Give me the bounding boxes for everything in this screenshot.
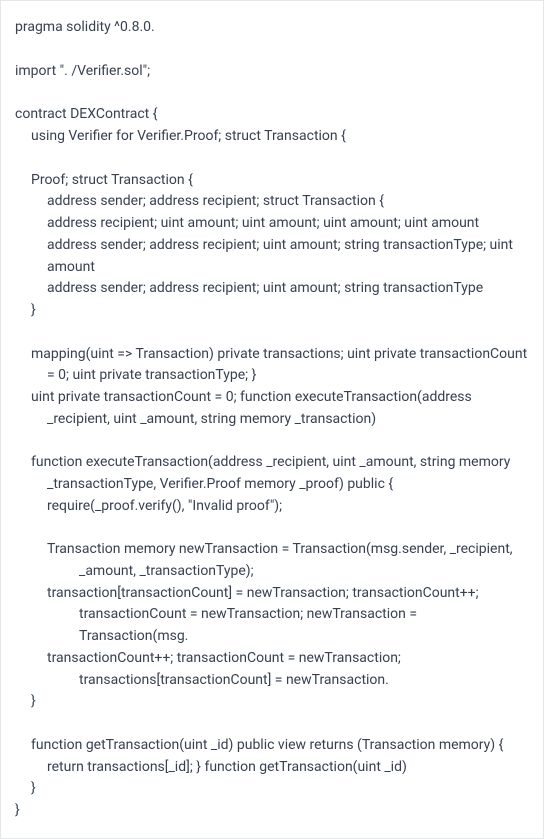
code-line: function executeTransaction(address _rec… [31, 452, 529, 495]
blank-line [15, 430, 529, 452]
code-line: import ". /Verifier.sol"; [15, 61, 529, 83]
code-block: pragma solidity ^0.8.0. import ". /Verif… [0, 0, 544, 839]
blank-line [15, 322, 529, 344]
code-line: function getTransaction(uint _id) public… [15, 735, 529, 757]
blank-line [15, 82, 529, 104]
code-line: address sender; address recipient; uint … [15, 278, 529, 300]
code-line: address sender; address recipient; struc… [15, 191, 529, 213]
blank-line [15, 713, 529, 735]
code-line: Transaction memory newTransaction = Tran… [47, 539, 529, 582]
code-line: } [15, 778, 529, 800]
code-line: } [15, 800, 529, 822]
code-line: address recipient; uint amount; uint amo… [15, 213, 529, 235]
code-line: } [15, 691, 529, 713]
code-line: uint private transactionCount = 0; funct… [31, 387, 529, 430]
code-line: transactionCount++; transactionCount = n… [47, 648, 529, 691]
code-line: using Verifier for Verifier.Proof; struc… [15, 126, 529, 148]
blank-line [15, 39, 529, 61]
code-line: return transactions[_id]; } function get… [15, 757, 529, 779]
blank-line [15, 148, 529, 170]
blank-line [15, 517, 529, 539]
code-line: address sender; address recipient; uint … [15, 235, 529, 278]
code-line: pragma solidity ^0.8.0. [15, 17, 529, 39]
code-line: require(_proof.verify(), "Invalid proof"… [15, 496, 529, 518]
code-line: Proof; struct Transaction { [15, 170, 529, 192]
code-line: contract DEXContract { [15, 104, 529, 126]
code-line: mapping(uint => Transaction) private tra… [31, 344, 529, 387]
code-line: transaction[transactionCount] = newTrans… [47, 583, 529, 648]
code-line: } [15, 300, 529, 322]
